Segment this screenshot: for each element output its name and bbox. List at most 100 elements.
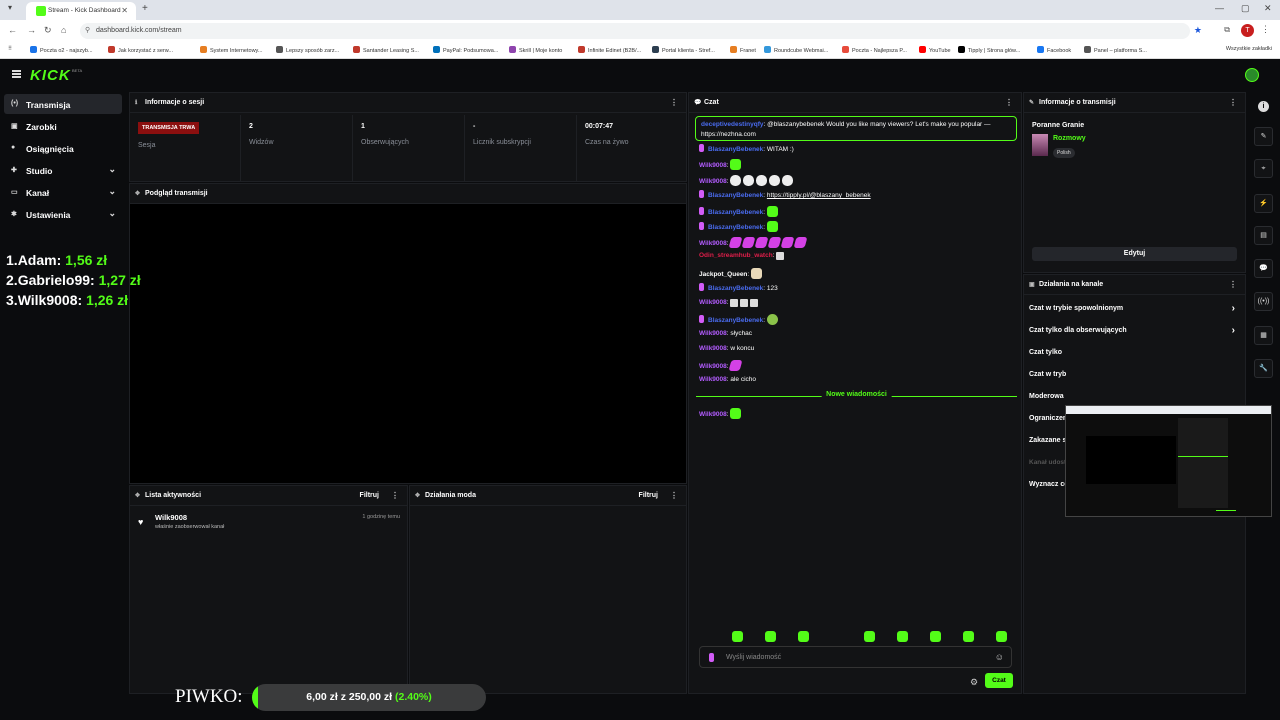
channel-actions-menu-icon[interactable]: ⋮ bbox=[1229, 280, 1237, 289]
quick-emote[interactable] bbox=[897, 631, 908, 642]
chat-username[interactable]: Wilk9008 bbox=[699, 240, 727, 247]
bookmark-item[interactable]: Roundcube Webmai... bbox=[764, 46, 828, 54]
chat-settings-icon[interactable]: ⚙ bbox=[970, 677, 978, 688]
chat-username[interactable]: Wilk9008 bbox=[699, 345, 727, 352]
home-icon[interactable]: ⌂ bbox=[61, 25, 66, 35]
channel-action-item[interactable]: Czat tylko dla obserwujących › bbox=[1029, 324, 1239, 340]
chat-username[interactable]: BlaszanyBebenek bbox=[708, 192, 763, 199]
chat-username[interactable]: Wilk9008 bbox=[699, 299, 727, 306]
category-name[interactable]: Rozmowy bbox=[1053, 135, 1086, 142]
tab-list-icon[interactable]: ▾ bbox=[8, 3, 12, 12]
chat-username[interactable]: BlaszanyBebenek bbox=[708, 209, 763, 216]
channel-action-item[interactable]: Czat tylko bbox=[1029, 346, 1239, 362]
chat-username[interactable]: Wilk9008 bbox=[699, 178, 727, 185]
quick-emote[interactable] bbox=[864, 631, 875, 642]
mod-actions-menu-icon[interactable]: ⋮ bbox=[670, 491, 678, 500]
site-info-icon[interactable]: ⚲ bbox=[85, 26, 90, 34]
stream-video[interactable] bbox=[130, 204, 686, 483]
sidebar-item-1[interactable]: (•) Transmisja bbox=[4, 94, 122, 114]
bookmark-item[interactable]: Skrill | Moje konto bbox=[509, 46, 562, 54]
url-field[interactable]: ⚲ dashboard.kick.com/stream bbox=[80, 23, 1190, 39]
hamburger-menu-icon[interactable] bbox=[12, 70, 21, 78]
sidebar-item-2[interactable]: ▣ Zarobki bbox=[4, 116, 122, 136]
channel-action-item[interactable]: Czat w tryb bbox=[1029, 368, 1239, 384]
edit-button[interactable]: Edytuj bbox=[1032, 247, 1237, 261]
target-icon[interactable]: ⌖ bbox=[1254, 159, 1273, 178]
chat-menu-icon[interactable]: ⋮ bbox=[1005, 98, 1013, 107]
quick-emote[interactable] bbox=[996, 631, 1007, 642]
channel-action-item[interactable]: Moderowa bbox=[1029, 390, 1239, 406]
chevron-down-icon[interactable]: ⌄ bbox=[108, 208, 116, 219]
chat-username[interactable]: Odin_streamhub_watch bbox=[699, 252, 773, 259]
bookmark-item[interactable]: Tipply | Strona głów... bbox=[958, 46, 1020, 54]
apps-icon[interactable]: ⠿ bbox=[8, 46, 12, 52]
chat-username[interactable]: BlaszanyBebenek bbox=[708, 317, 763, 324]
chat-input[interactable]: Wyślij wiadomość ☺ bbox=[699, 646, 1012, 668]
bookmark-item[interactable]: Portal klienta - Stref... bbox=[652, 46, 715, 54]
bookmark-item[interactable]: Lepszy sposób zarz... bbox=[276, 46, 339, 54]
user-avatar[interactable] bbox=[1245, 68, 1259, 82]
edit-icon[interactable]: ✎ bbox=[1254, 127, 1273, 146]
bookmark-item[interactable]: Poczta - Najlepsza P... bbox=[842, 46, 907, 54]
chevron-down-icon[interactable]: ⌄ bbox=[108, 164, 116, 175]
maximize-icon[interactable]: ▢ bbox=[1241, 3, 1250, 14]
chevron-down-icon[interactable]: ⌄ bbox=[108, 186, 116, 197]
bookmark-item[interactable]: Facebook bbox=[1037, 46, 1071, 54]
activity-user[interactable]: Wilk9008 bbox=[155, 513, 187, 522]
back-icon[interactable]: ← bbox=[8, 25, 17, 35]
minimize-icon[interactable]: — bbox=[1215, 3, 1224, 13]
quick-emote[interactable] bbox=[930, 631, 941, 642]
browser-tab[interactable]: Stream - Kick Dashboard ✕ bbox=[26, 2, 136, 20]
chat-username[interactable]: Wilk9008 bbox=[699, 330, 727, 337]
chat-username[interactable]: Wilk9008 bbox=[699, 376, 727, 383]
chat-bubble-icon[interactable]: 💬 bbox=[1254, 259, 1273, 278]
reload-icon[interactable]: ↻ bbox=[44, 25, 52, 36]
wrench-icon[interactable]: 🔧 bbox=[1254, 359, 1273, 378]
activity-menu-icon[interactable]: ⋮ bbox=[391, 491, 399, 500]
quick-emote[interactable] bbox=[831, 631, 842, 642]
quick-emote[interactable] bbox=[765, 631, 776, 642]
sidebar-item-6[interactable]: ✱ Ustawienia ⌄ bbox=[4, 204, 122, 224]
mod-actions-filter[interactable]: Filtruj bbox=[639, 492, 658, 499]
chat-username[interactable]: Jackpot_Queen bbox=[699, 271, 747, 278]
info-circle-icon[interactable]: i bbox=[1258, 101, 1269, 112]
broadcast-icon[interactable]: ((•)) bbox=[1254, 292, 1273, 311]
chat-link[interactable]: https://tipply.pl/@blaszany_bebenek bbox=[767, 192, 871, 199]
bookmark-item[interactable]: Infinite Edinet (B2B/... bbox=[578, 46, 641, 54]
sidebar-item-4[interactable]: ✚ Studio ⌄ bbox=[4, 160, 122, 180]
session-menu-icon[interactable]: ⋮ bbox=[670, 98, 678, 107]
sidebar-item-3[interactable]: ● Osiągnięcia bbox=[4, 138, 122, 158]
bolt-icon[interactable]: ⚡ bbox=[1254, 194, 1273, 213]
kick-logo[interactable]: KICK bbox=[30, 67, 71, 84]
stream-info-menu-icon[interactable]: ⋮ bbox=[1229, 98, 1237, 107]
quick-emote[interactable] bbox=[699, 631, 710, 642]
close-tab-icon[interactable]: ✕ bbox=[121, 6, 128, 15]
bookmark-item[interactable]: Poczta o2 - najszyb... bbox=[30, 46, 93, 54]
browser-menu-icon[interactable]: ⋮ bbox=[1261, 24, 1270, 35]
sidebar-item-5[interactable]: ▭ Kanał ⌄ bbox=[4, 182, 122, 202]
bookmark-item[interactable]: Santander Leasing S... bbox=[353, 46, 419, 54]
chat-username[interactable]: Wilk9008 bbox=[699, 162, 727, 169]
forward-icon[interactable]: → bbox=[27, 25, 36, 35]
all-bookmarks[interactable]: Wszystkie zakładki bbox=[1226, 46, 1272, 52]
new-tab-icon[interactable]: + bbox=[142, 3, 148, 14]
chat-username[interactable]: BlaszanyBebenek bbox=[708, 224, 763, 231]
bookmark-item[interactable]: Panel – platforma S... bbox=[1084, 46, 1147, 54]
layout-icon[interactable]: ▦ bbox=[1254, 326, 1273, 345]
chat-username[interactable]: Wilk9008 bbox=[699, 411, 727, 418]
pinned-user[interactable]: deceptivedestinyqfy bbox=[701, 121, 764, 128]
emoji-icon[interactable]: ☺ bbox=[995, 652, 1004, 662]
bookmark-item[interactable]: Franet bbox=[730, 46, 756, 54]
chat-username[interactable]: Wilk9008 bbox=[699, 363, 727, 370]
chat-username[interactable]: BlaszanyBebenek bbox=[708, 285, 763, 292]
chat-username[interactable]: BlaszanyBebenek bbox=[708, 146, 763, 153]
quick-emote[interactable] bbox=[798, 631, 809, 642]
close-window-icon[interactable]: ✕ bbox=[1264, 3, 1272, 14]
activity-filter[interactable]: Filtruj bbox=[360, 492, 379, 499]
quick-emote[interactable] bbox=[732, 631, 743, 642]
bookmark-star-icon[interactable]: ★ bbox=[1194, 25, 1202, 36]
bookmark-item[interactable]: PayPal: Podsumowa... bbox=[433, 46, 498, 54]
page-icon[interactable]: ▤ bbox=[1254, 226, 1273, 245]
bookmark-item[interactable]: Jak korzystać z serw... bbox=[108, 46, 173, 54]
bookmark-item[interactable]: System Internetowy... bbox=[200, 46, 262, 54]
